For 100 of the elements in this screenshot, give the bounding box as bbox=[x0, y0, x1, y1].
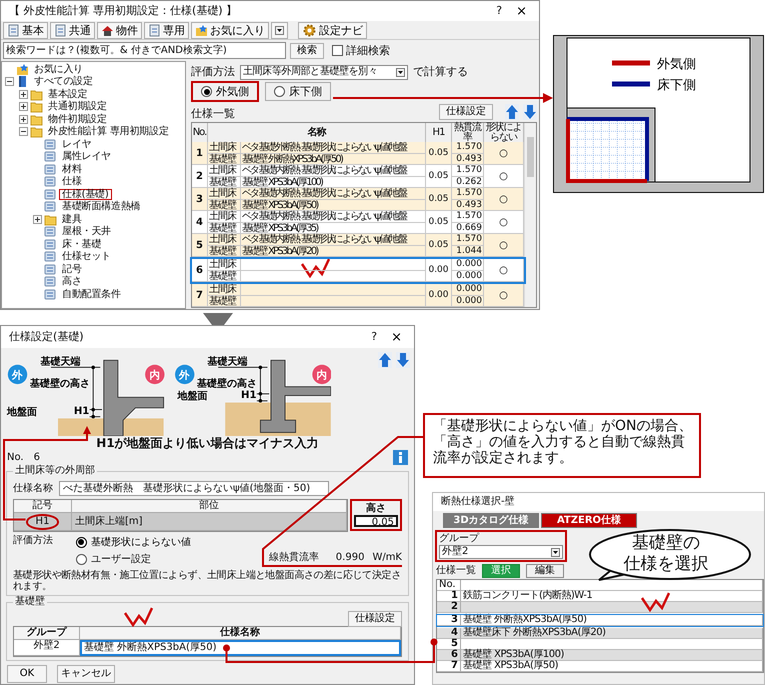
tree-item[interactable]: 記号 bbox=[59, 264, 85, 275]
table-cell: 2 bbox=[437, 602, 461, 613]
table-cell: 7 bbox=[192, 284, 208, 307]
expand-toggle-icon[interactable] bbox=[19, 90, 28, 99]
down-arrow-icon[interactable] bbox=[396, 352, 410, 368]
tree-item[interactable]: 基礎断面構造熱橋 bbox=[59, 201, 144, 212]
section-label: 仕様一覧 bbox=[436, 564, 476, 576]
settings-navi-button[interactable]: 設定ナビ bbox=[298, 22, 367, 38]
help-button[interactable]: ? bbox=[496, 4, 502, 18]
figure-label: H1 bbox=[241, 390, 257, 402]
table-row[interactable]: 6 基礎壁 XPS3bA(厚100) bbox=[437, 650, 763, 661]
tree-item[interactable]: 材料 bbox=[59, 164, 85, 175]
tree-item[interactable]: 床・基礎 bbox=[59, 238, 104, 250]
tree-item[interactable]: 自動配置条件 bbox=[59, 288, 124, 300]
table-cell: ベタ基礎外断熱 基礎形状によらないψ値(地盤 bbox=[241, 142, 426, 154]
dropdown[interactable]: 外壁2 bbox=[439, 545, 563, 559]
radio-button[interactable]: ユーザー設定 bbox=[75, 552, 152, 567]
spec-settings-button[interactable]: 仕様設定 bbox=[348, 610, 402, 626]
tree-item[interactable]: 仕様(基礎) bbox=[59, 188, 112, 200]
page-icon bbox=[44, 238, 57, 251]
toolbar-button[interactable]: 物件 bbox=[97, 22, 142, 38]
expand-toggle-icon[interactable] bbox=[19, 127, 28, 136]
tab[interactable]: ATZERO仕様 bbox=[541, 513, 637, 528]
close-button[interactable]: × bbox=[512, 4, 531, 18]
expand-toggle-icon[interactable] bbox=[19, 114, 28, 124]
table-cell: 0.00 bbox=[426, 284, 452, 307]
table-cell: 基礎壁床下 外断熱XPS3bA(厚20) bbox=[461, 628, 763, 639]
expand-toggle-icon[interactable] bbox=[19, 102, 28, 112]
scrollbar[interactable] bbox=[524, 123, 536, 307]
input-field[interactable]: 0.05 bbox=[354, 515, 398, 527]
info-icon[interactable] bbox=[393, 450, 408, 465]
column-header: 記号 bbox=[14, 500, 72, 513]
figure-caption: H1が地盤面より低い場合はマイナス入力 bbox=[95, 436, 320, 450]
folder-icon bbox=[30, 125, 43, 138]
checkbox[interactable]: 詳細検索 bbox=[332, 44, 390, 58]
section-label: 仕様一覧 bbox=[191, 106, 235, 120]
tree-item[interactable]: 物件初期設定 bbox=[45, 114, 110, 125]
toolbar-button[interactable]: 専用 bbox=[144, 22, 189, 38]
table-row[interactable]: 2 bbox=[437, 602, 763, 613]
spec-settings-button[interactable]: 仕様設定 bbox=[439, 104, 493, 120]
search-field[interactable]: 検索ワードは？(複数可。& 付きでAND検索文字) bbox=[3, 42, 286, 59]
bubble-text: 仕様を選択 bbox=[622, 554, 710, 575]
down-arrow-icon[interactable] bbox=[523, 104, 537, 120]
dropdown-button[interactable] bbox=[271, 22, 288, 38]
expand-toggle-icon[interactable] bbox=[5, 77, 14, 86]
field-label: で計算する bbox=[413, 65, 468, 79]
tree-item[interactable]: 共通初期設定 bbox=[45, 101, 110, 112]
page-icon bbox=[7, 24, 20, 36]
table-cell: 0.00 bbox=[426, 259, 452, 282]
toolbar-button[interactable]: 共通 bbox=[50, 22, 95, 38]
folder-icon bbox=[30, 100, 43, 114]
table-row[interactable]: 7 基礎壁 XPS3bA(厚50) bbox=[437, 661, 763, 672]
radio-button[interactable]: 外気側 bbox=[191, 80, 259, 102]
radio-button[interactable]: 基礎形状によらない値 bbox=[75, 535, 192, 550]
tree-item[interactable]: 基本設定 bbox=[45, 88, 90, 100]
table-row[interactable]: 4 基礎壁床下 外断熱XPS3bA(厚20) bbox=[437, 628, 763, 639]
toolbar-button[interactable]: 編集 bbox=[526, 564, 564, 578]
tree-item[interactable]: お気に入り bbox=[31, 64, 86, 75]
dropdown[interactable]: 土間床等外周部と基礎壁を別々 bbox=[240, 64, 408, 80]
group-title: 土間床等の外周部 bbox=[13, 465, 97, 477]
page-icon bbox=[44, 162, 57, 176]
text-field[interactable]: べた基礎外断熱 基礎形状によらないψ値(地盤面・50) bbox=[59, 481, 329, 496]
tree-item[interactable]: すべての設定 bbox=[31, 76, 96, 88]
tree-item[interactable]: 仕様セット bbox=[59, 251, 114, 262]
close-button[interactable]: × bbox=[387, 330, 406, 344]
page-icon bbox=[44, 138, 57, 151]
radio-button[interactable]: 床下側 bbox=[265, 82, 331, 102]
tree-item[interactable]: 外皮性能計算 専用初期設定 bbox=[45, 126, 172, 138]
table-cell: ベタ基礎内断熱 基礎形状によらないψ値(地盤 bbox=[241, 188, 426, 200]
toolbar-button[interactable]: 基本 bbox=[3, 22, 48, 38]
expand-toggle-icon[interactable] bbox=[33, 214, 42, 224]
gear-icon bbox=[302, 24, 317, 36]
dialog-button[interactable]: キャンセル bbox=[57, 665, 115, 683]
toolbar-button[interactable]: お気に入り bbox=[191, 22, 269, 38]
table-cell: 1.570 bbox=[452, 188, 484, 200]
window-title: 【 外皮性能計算 専用初期設定：仕様(基礎) 】 bbox=[9, 4, 238, 18]
value-text: 0.990 bbox=[336, 552, 364, 563]
table-cell: ベタ基礎内断熱 基礎形状によらないψ値(地盤 bbox=[241, 165, 426, 176]
tree-item[interactable]: レイヤ bbox=[59, 138, 94, 150]
up-arrow-icon[interactable] bbox=[378, 352, 392, 368]
figure-label: 地盤面 bbox=[6, 406, 37, 418]
search-button[interactable]: 検索 bbox=[290, 42, 324, 58]
table-cell: 0.000 bbox=[452, 259, 484, 270]
tab[interactable]: 3Dカタログ仕様 bbox=[443, 513, 539, 528]
tree-item[interactable]: 属性レイヤ bbox=[59, 151, 114, 162]
help-button[interactable]: ? bbox=[371, 330, 378, 344]
table-cell: 基礎壁 外断熱XPS3bA(厚50) bbox=[241, 154, 426, 165]
up-arrow-icon[interactable] bbox=[505, 104, 519, 120]
table-cell: 基礎壁 bbox=[208, 270, 241, 282]
tree-item[interactable]: 仕様 bbox=[59, 176, 85, 188]
page-icon bbox=[44, 225, 57, 238]
tree-item[interactable]: 建具 bbox=[59, 214, 85, 225]
table-cell[interactable]: 基礎壁 外断熱XPS3bA(厚50) bbox=[80, 640, 401, 656]
tree-item[interactable]: 高さ bbox=[59, 276, 85, 288]
table-cell: 1.570 bbox=[452, 142, 484, 154]
page-icon bbox=[44, 275, 57, 288]
table-cell: 基礎壁 XPS3bA(厚20) bbox=[241, 246, 426, 257]
tree-item[interactable]: 屋根・天井 bbox=[59, 226, 114, 238]
table-cell: 土間床 bbox=[208, 211, 241, 222]
dialog-button[interactable]: OK bbox=[7, 665, 47, 683]
